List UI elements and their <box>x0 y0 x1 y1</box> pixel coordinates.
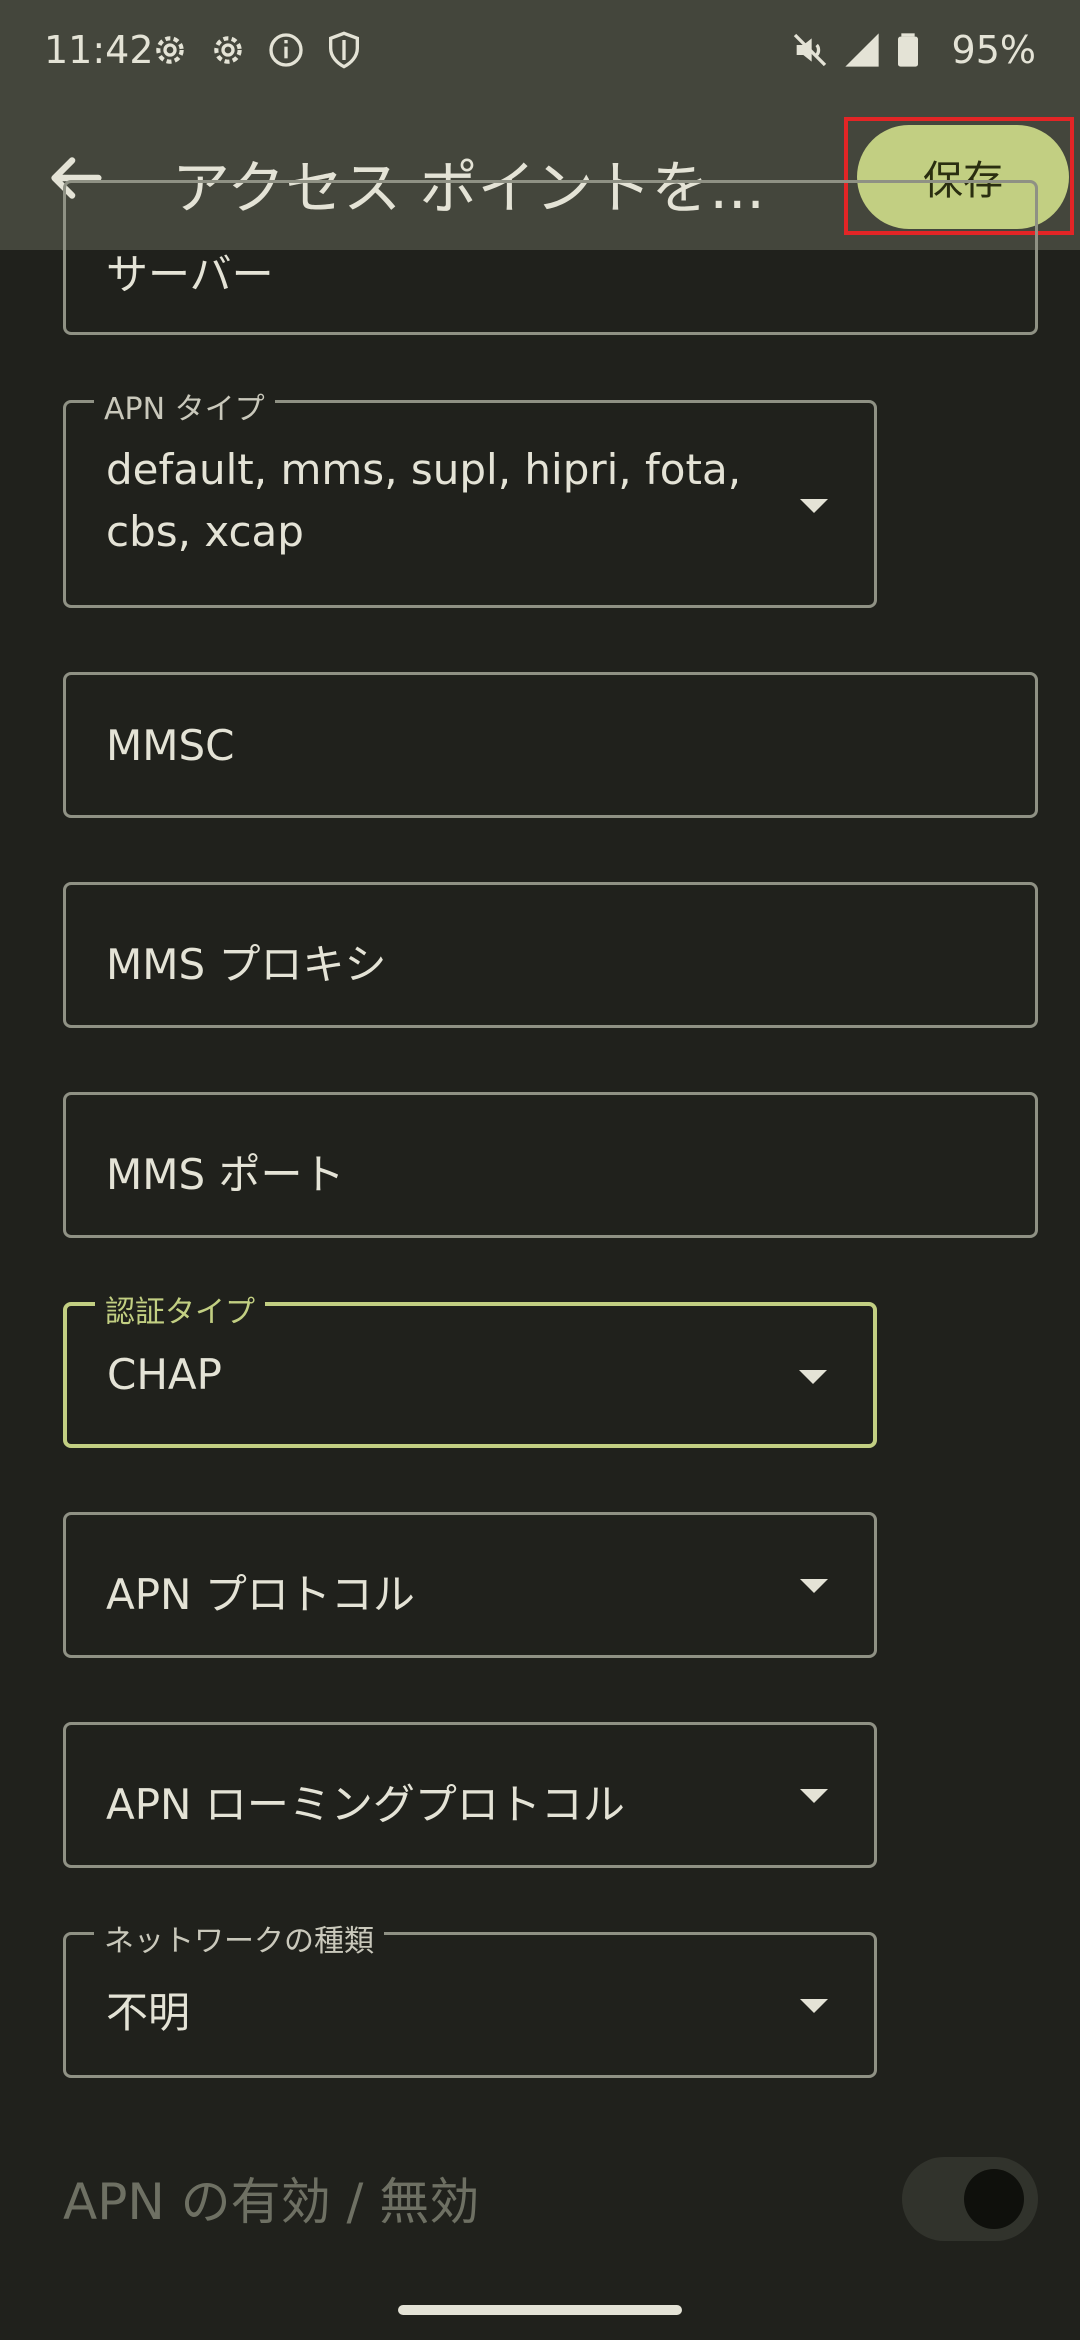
mmsc-placeholder: MMSC <box>106 721 235 770</box>
mms-proxy-placeholder: MMS プロキシ <box>106 940 387 989</box>
mms-proxy-input[interactable]: MMS プロキシ <box>63 882 1038 1028</box>
gear-icon <box>214 36 242 64</box>
apn-type-value-line2: cbs, xcap <box>106 507 304 556</box>
battery-icon <box>898 33 918 67</box>
server-field[interactable]: サーバー <box>63 180 1038 335</box>
apn-roaming-protocol-placeholder: APN ローミングプロトコル <box>106 1780 625 1829</box>
apn-type-dropdown[interactable]: APN タイプ default, mms, supl, hipri, fota,… <box>63 384 877 608</box>
apn-type-label: APN タイプ <box>94 384 275 428</box>
dropdown-arrow-icon <box>800 1999 828 2013</box>
toggle-thumb <box>964 2169 1024 2229</box>
mmsc-input[interactable]: MMSC <box>63 672 1038 818</box>
dropdown-arrow-icon <box>799 1370 827 1384</box>
status-time: 11:42 <box>44 28 154 72</box>
dropdown-arrow-icon <box>800 1789 828 1803</box>
mms-port-placeholder: MMS ポート <box>106 1150 345 1199</box>
gear-icon <box>156 36 184 64</box>
apn-toggle-label: APN の有効 / 無効 <box>63 2173 480 2231</box>
gesture-nav-handle[interactable] <box>398 2305 682 2315</box>
apn-type-value-line1: default, mms, supl, hipri, fota, <box>106 445 742 494</box>
apn-protocol-dropdown[interactable]: APN プロトコル <box>63 1512 877 1658</box>
shield-icon <box>329 31 359 69</box>
apn-roaming-protocol-dropdown[interactable]: APN ローミングプロトコル <box>63 1722 877 1868</box>
server-value: サーバー <box>106 250 274 299</box>
network-type-label: ネットワークの種類 <box>94 1916 384 1960</box>
auth-type-dropdown[interactable]: 認証タイプ CHAP <box>63 1287 877 1448</box>
auth-type-label: 認証タイプ <box>95 1287 265 1331</box>
mms-port-input[interactable]: MMS ポート <box>63 1092 1038 1238</box>
dropdown-arrow-icon <box>800 499 828 513</box>
network-type-value: 不明 <box>106 1988 191 2037</box>
network-type-dropdown[interactable]: ネットワークの種類 不明 <box>63 1916 877 2078</box>
info-icon <box>269 33 303 67</box>
apn-protocol-placeholder: APN プロトコル <box>106 1570 415 1619</box>
status-bar: 11:42 95% <box>0 0 1080 105</box>
dropdown-arrow-icon <box>800 1579 828 1593</box>
signal-icon <box>845 33 879 67</box>
battery-percent: 95% <box>951 28 1036 72</box>
mute-icon <box>793 33 827 67</box>
auth-type-value: CHAP <box>107 1350 222 1399</box>
